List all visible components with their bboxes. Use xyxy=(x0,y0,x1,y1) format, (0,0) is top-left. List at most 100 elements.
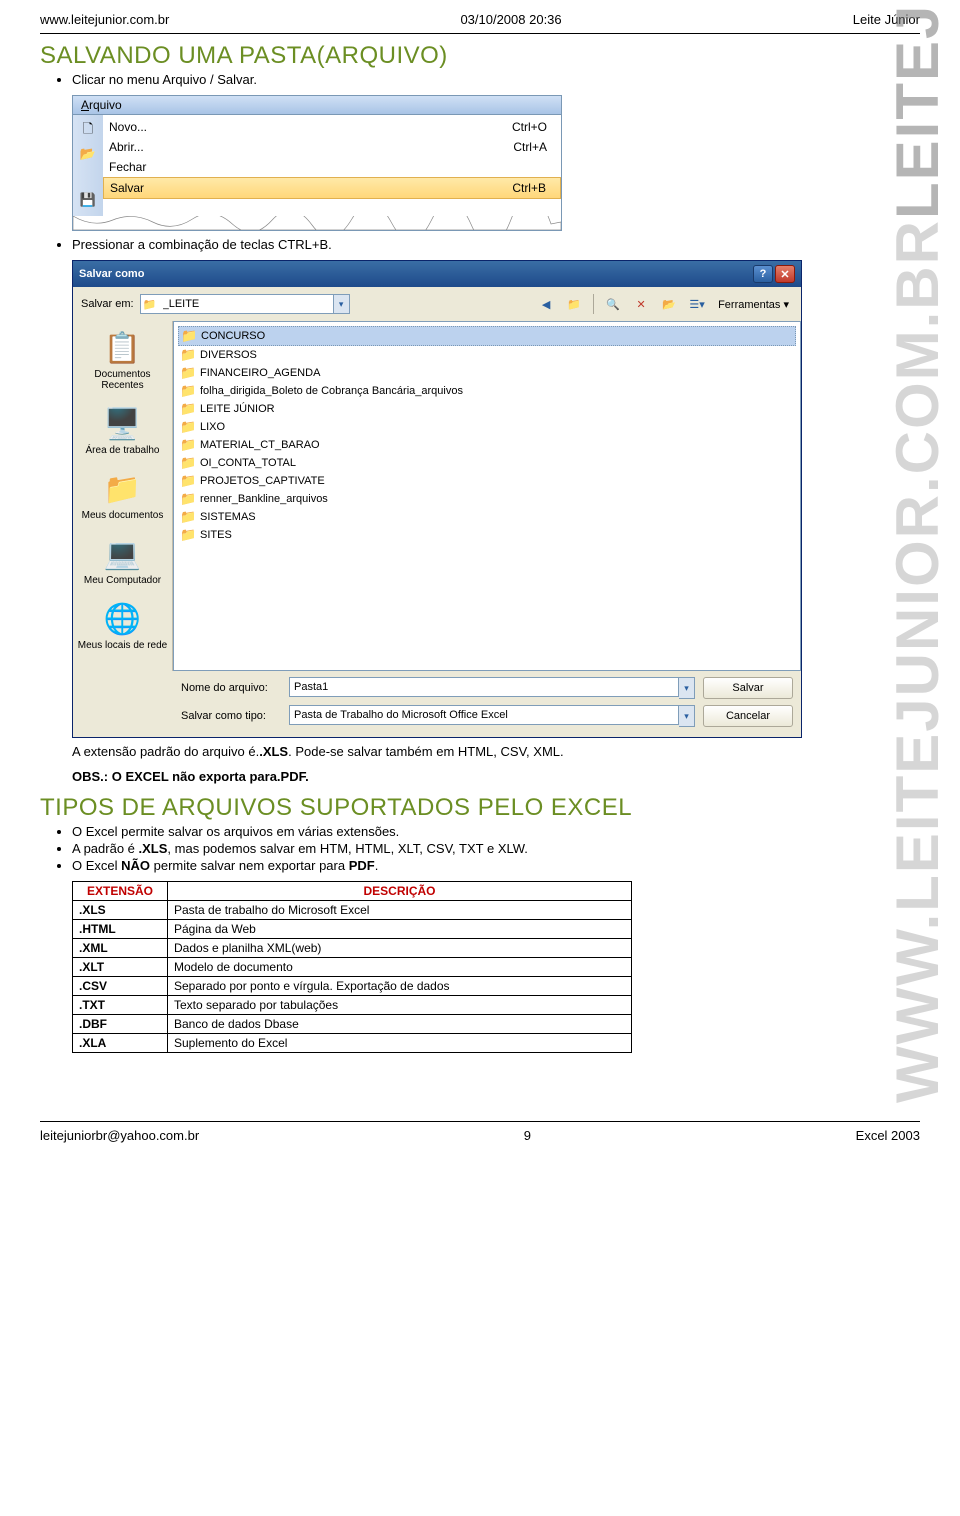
folder-icon: 📁 xyxy=(180,401,196,417)
menu-label: Fechar xyxy=(109,160,146,174)
table-row: .CSVSeparado por ponto e vírgula. Export… xyxy=(73,977,632,996)
savein-combo[interactable]: 📁 ▾ xyxy=(140,294,350,314)
folder-icon: 📁 xyxy=(180,419,196,435)
bullet-text: A padrão é .XLS, mas podemos salvar em H… xyxy=(72,841,920,856)
table-row: .TXTTexto separado por tabulações xyxy=(73,996,632,1015)
new-file-icon: 🗋 xyxy=(77,120,99,142)
header-left: www.leitejunior.com.br xyxy=(40,12,169,27)
dialog-toolbar: Salvar em: 📁 ▾ ◀ 📁 🔍 ✕ 📂 ☰▾ Ferramentas … xyxy=(73,287,801,321)
folder-icon: 📁 xyxy=(180,347,196,363)
filename-input[interactable] xyxy=(289,677,679,697)
menu-item-close[interactable]: Fechar xyxy=(103,157,561,177)
place-desktop[interactable]: 🖥️ Área de trabalho xyxy=(75,399,170,464)
up-folder-button[interactable]: 📁 xyxy=(563,293,585,315)
table-row: .XLTModelo de documento xyxy=(73,958,632,977)
extension-text: A extensão padrão do arquivo é..XLS. Pod… xyxy=(72,744,920,759)
table-header-ext: EXTENSÃO xyxy=(73,882,168,901)
folder-item[interactable]: 📁renner_Bankline_arquivos xyxy=(178,490,796,508)
menu-tab: Arquivo xyxy=(73,96,561,115)
place-mydocs[interactable]: 📁 Meus documentos xyxy=(75,464,170,529)
save-button[interactable]: Salvar xyxy=(703,677,793,699)
footer-center: 9 xyxy=(524,1128,531,1143)
menu-label: Abrir... xyxy=(109,140,144,154)
filename-label: Nome do arquivo: xyxy=(181,682,281,694)
menu-item-save[interactable]: Salvar Ctrl+B xyxy=(103,177,561,199)
torn-edge xyxy=(73,216,561,230)
place-network[interactable]: 🌐 Meus locais de rede xyxy=(75,594,170,659)
table-row: .XLASuplemento do Excel xyxy=(73,1034,632,1053)
table-row: .XMLDados e planilha XML(web) xyxy=(73,939,632,958)
footer-right: Excel 2003 xyxy=(856,1128,920,1143)
chevron-down-icon[interactable]: ▾ xyxy=(679,677,695,699)
folder-item[interactable]: 📁CONCURSO xyxy=(178,326,796,346)
filetype-input[interactable] xyxy=(289,705,679,725)
tools-dropdown[interactable]: Ferramentas ▾ xyxy=(714,298,793,311)
folder-item[interactable]: 📁LIXO xyxy=(178,418,796,436)
folder-icon: 📁 xyxy=(180,509,196,525)
table-header-desc: DESCRIÇÃO xyxy=(168,882,632,901)
place-mycomputer[interactable]: 💻 Meu Computador xyxy=(75,529,170,594)
delete-button[interactable]: ✕ xyxy=(630,293,652,315)
folder-item[interactable]: 📁DIVERSOS xyxy=(178,346,796,364)
menu-shortcut: Ctrl+O xyxy=(512,120,547,134)
bullet-text: O Excel permite salvar os arquivos em vá… xyxy=(72,824,920,839)
bullet-text: Clicar no menu Arquivo / Salvar. xyxy=(72,72,920,87)
recent-docs-icon: 📋 xyxy=(102,329,144,367)
folder-item[interactable]: 📁LEITE JÚNIOR xyxy=(178,400,796,418)
extensions-table: EXTENSÃO DESCRIÇÃO .XLSPasta de trabalho… xyxy=(72,881,632,1053)
menu-item-open[interactable]: Abrir... Ctrl+A xyxy=(103,137,561,157)
desktop-icon: 🖥️ xyxy=(102,405,144,443)
folder-icon: 📁 xyxy=(180,491,196,507)
table-row: .XLSPasta de trabalho do Microsoft Excel xyxy=(73,901,632,920)
network-icon: 🌐 xyxy=(102,600,144,638)
save-disk-icon: 💾 xyxy=(77,189,99,211)
header-right: Leite Júnior xyxy=(853,12,920,27)
menu-tab-underline: A xyxy=(81,98,89,112)
dialog-title: Salvar como xyxy=(79,268,144,280)
back-button[interactable]: ◀ xyxy=(535,293,557,315)
search-button[interactable]: 🔍 xyxy=(602,293,624,315)
savein-label: Salvar em: xyxy=(81,298,134,310)
file-menu-screenshot: Arquivo 🗋 📂 💾 Novo... Ctrl+O Abrir... xyxy=(72,95,562,231)
page-footer: leitejuniorbr@yahoo.com.br 9 Excel 2003 xyxy=(40,1124,920,1143)
folder-item[interactable]: 📁FINANCEIRO_AGENDA xyxy=(178,364,796,382)
folder-item[interactable]: 📁PROJETOS_CAPTIVATE xyxy=(178,472,796,490)
new-folder-button[interactable]: 📂 xyxy=(658,293,680,315)
views-button[interactable]: ☰▾ xyxy=(686,293,708,315)
cancel-button[interactable]: Cancelar xyxy=(703,705,793,727)
menu-item-new[interactable]: Novo... Ctrl+O xyxy=(103,117,561,137)
close-button[interactable]: ✕ xyxy=(775,265,795,283)
folder-icon: 📁 xyxy=(181,328,197,344)
header-center: 03/10/2008 20:36 xyxy=(460,12,561,27)
folder-icon: 📁 xyxy=(180,527,196,543)
filename-combo[interactable]: ▾ xyxy=(289,677,695,699)
header-rule xyxy=(40,33,920,34)
menu-label: Novo... xyxy=(109,120,147,134)
file-list[interactable]: 📁CONCURSO 📁DIVERSOS 📁FINANCEIRO_AGENDA 📁… xyxy=(173,321,801,671)
chevron-down-icon[interactable]: ▾ xyxy=(679,705,695,727)
menu-tab-rest: rquivo xyxy=(89,98,122,112)
folder-item[interactable]: 📁folha_dirigida_Boleto de Cobrança Bancá… xyxy=(178,382,796,400)
chevron-down-icon[interactable]: ▾ xyxy=(333,295,349,313)
filetype-combo[interactable]: ▾ xyxy=(289,705,695,727)
section1-title: SALVANDO UMA PASTA(ARQUIVO) xyxy=(40,42,920,70)
folder-item[interactable]: 📁SITES xyxy=(178,526,796,544)
menu-shortcut: Ctrl+B xyxy=(512,181,546,195)
folder-item[interactable]: 📁OI_CONTA_TOTAL xyxy=(178,454,796,472)
table-row: .HTMLPágina da Web xyxy=(73,920,632,939)
savein-input[interactable] xyxy=(159,295,333,313)
footer-rule xyxy=(40,1121,920,1122)
open-folder-icon: 📂 xyxy=(77,143,99,165)
dialog-titlebar: Salvar como ? ✕ xyxy=(73,261,801,287)
folder-icon: 📁 xyxy=(180,473,196,489)
computer-icon: 💻 xyxy=(102,535,144,573)
folder-icon: 📁 xyxy=(141,298,159,311)
folder-item[interactable]: 📁MATERIAL_CT_BARAO xyxy=(178,436,796,454)
place-recent[interactable]: 📋 Documentos Recentes xyxy=(75,323,170,399)
menu-shortcut: Ctrl+A xyxy=(513,140,547,154)
folder-icon: 📁 xyxy=(180,455,196,471)
folder-item[interactable]: 📁SISTEMAS xyxy=(178,508,796,526)
section2-title: TIPOS DE ARQUIVOS SUPORTADOS PELO EXCEL xyxy=(40,794,920,822)
page-header: www.leitejunior.com.br 03/10/2008 20:36 … xyxy=(40,12,920,31)
help-button[interactable]: ? xyxy=(753,265,773,283)
